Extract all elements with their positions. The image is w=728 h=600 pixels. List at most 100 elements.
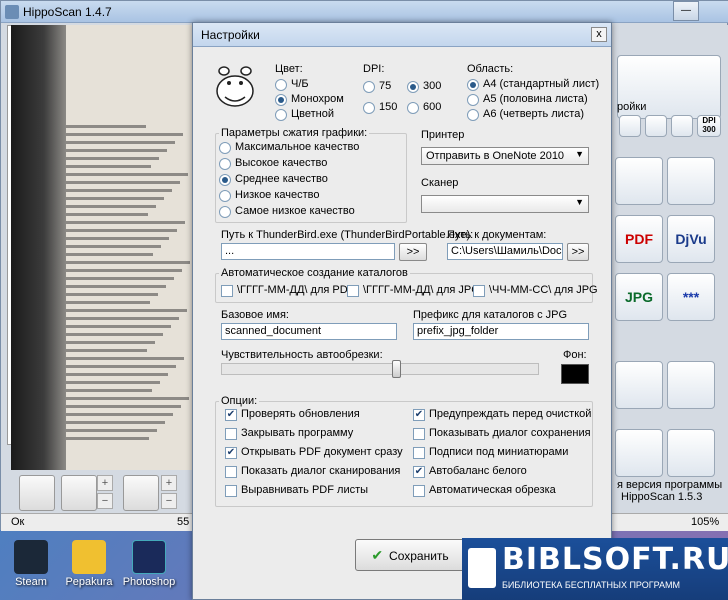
background-label: Фон:	[563, 349, 587, 361]
radio-color-bw[interactable]	[275, 79, 287, 91]
radio-area-a4[interactable]	[467, 79, 479, 91]
background-color-swatch[interactable]	[561, 364, 589, 384]
sensitivity-slider-handle[interactable]	[391, 360, 401, 378]
scanner-select[interactable]: ▼	[421, 195, 589, 213]
prefix-field[interactable]: prefix_jpg_folder	[413, 323, 589, 340]
brand-logo-icon	[468, 548, 496, 588]
save-button[interactable]: ✔ Сохранить	[355, 539, 465, 571]
desktop-icon-photoshop[interactable]: Photoshop	[118, 538, 180, 600]
text-line	[66, 253, 153, 256]
text-line	[66, 277, 174, 280]
checkbox-option-left-2[interactable]: ✔	[225, 447, 237, 459]
dialog-title-bar: Настройки x	[193, 23, 611, 47]
broom-icon[interactable]	[667, 157, 715, 205]
text-line	[66, 197, 164, 200]
quality-option-medium: Среднее качество	[235, 173, 328, 185]
radio-quality-medium[interactable]	[219, 174, 231, 186]
text-line	[66, 301, 150, 304]
checkbox-option-left-0[interactable]: ✔	[225, 409, 237, 421]
printer-select[interactable]: Отправить в OneNote 2010 ▼	[421, 147, 589, 165]
radio-color-mono[interactable]	[275, 94, 287, 106]
checkbox-option-left-3[interactable]	[225, 466, 237, 478]
brightness-icon[interactable]	[123, 475, 159, 511]
checkbox-catalog-jpg[interactable]	[347, 285, 359, 297]
djvu-button[interactable]: DjVu	[667, 215, 715, 263]
checkbox-option-left-1[interactable]	[225, 428, 237, 440]
checkbox-catalog-time-jpg[interactable]	[473, 285, 485, 297]
steam-icon	[14, 540, 48, 574]
save-label: Сохранить	[389, 549, 449, 563]
radio-dpi-300[interactable]	[407, 81, 419, 93]
text-line	[66, 189, 172, 192]
desktop-label-steam: Steam	[15, 576, 47, 588]
radio-color-full[interactable]	[275, 109, 287, 121]
documents-browse-button[interactable]: >>	[567, 243, 589, 261]
contrast-plus-button[interactable]: +	[97, 475, 113, 491]
pdf-button[interactable]: PDF	[615, 215, 663, 263]
thunderbird-label: Путь к ThunderBird.exe (ThunderBirdPorta…	[221, 229, 474, 241]
desktop-icon-pepakura[interactable]: Pepakura	[58, 538, 120, 600]
basename-field[interactable]: scanned_document	[221, 323, 397, 340]
text-line	[66, 125, 146, 128]
printer-icon[interactable]	[615, 361, 663, 409]
option-label-right-3: Автобаланс белого	[429, 465, 527, 477]
text-line	[66, 229, 177, 232]
brightness-plus-button[interactable]: +	[161, 475, 177, 491]
radio-dpi-75[interactable]	[363, 81, 375, 93]
sensitivity-slider-track[interactable]	[221, 363, 539, 375]
grid-icon[interactable]	[671, 115, 693, 137]
text-line	[66, 325, 171, 328]
disc-icon[interactable]	[19, 475, 55, 511]
dpi-label: DPI:	[363, 63, 385, 75]
thunderbird-path-field[interactable]: ...	[221, 243, 395, 260]
checkbox-option-right-2[interactable]	[413, 447, 425, 459]
radio-dpi-150[interactable]	[363, 102, 375, 114]
radio-quality-max[interactable]	[219, 142, 231, 154]
thunderbird-browse-button[interactable]: >>	[399, 243, 427, 261]
stars-button[interactable]: ***	[667, 273, 715, 321]
text-line	[66, 221, 185, 224]
radio-quality-low[interactable]	[219, 190, 231, 202]
color-label: Цвет:	[275, 63, 303, 75]
desktop-icon-steam[interactable]: Steam	[0, 538, 62, 600]
text-line	[66, 213, 148, 216]
desktop-label-photoshop: Photoshop	[122, 576, 176, 588]
color-option-mono: Монохром	[291, 93, 344, 105]
photoshop-icon	[132, 540, 166, 574]
text-line	[66, 413, 173, 416]
text-line	[66, 133, 183, 136]
basename-label: Базовое имя:	[221, 309, 289, 321]
radio-dpi-600[interactable]	[407, 102, 419, 114]
minimize-button[interactable]: —	[673, 1, 699, 21]
checkbox-option-right-3[interactable]: ✔	[413, 466, 425, 478]
radio-quality-high[interactable]	[219, 158, 231, 170]
checkbox-option-right-1[interactable]	[413, 428, 425, 440]
checkbox-option-right-0[interactable]: ✔	[413, 409, 425, 421]
close-button[interactable]: x	[591, 27, 607, 42]
scan-icon[interactable]	[615, 157, 663, 205]
text-line	[66, 389, 152, 392]
email-icon[interactable]	[667, 429, 715, 477]
text-line	[66, 357, 184, 360]
gear-icon[interactable]	[667, 361, 715, 409]
contrast-minus-button[interactable]: −	[97, 493, 113, 509]
jpg-button[interactable]: JPG	[615, 273, 663, 321]
radio-quality-lowest[interactable]	[219, 206, 231, 218]
checkbox-option-right-4[interactable]	[413, 485, 425, 497]
option-label-right-2: Подписи под миниатюрами	[429, 446, 569, 458]
dpi-button[interactable]: DPI 300	[697, 115, 721, 137]
document-preview[interactable]	[11, 25, 193, 470]
brightness-minus-button[interactable]: −	[161, 493, 177, 509]
quality-option-low: Низкое качество	[235, 189, 320, 201]
page-icon[interactable]	[619, 115, 641, 137]
documents-path-field[interactable]: C:\Users\Шамиль\Documen	[447, 243, 563, 260]
catalog-jpg-label: \ГГГГ-ММ-ДД\ для JPG	[363, 284, 480, 296]
option-label-right-1: Показывать диалог сохранения	[429, 427, 591, 439]
radio-area-a6[interactable]	[467, 109, 479, 121]
text-icon[interactable]	[645, 115, 667, 137]
radio-area-a5[interactable]	[467, 94, 479, 106]
contrast-icon[interactable]	[61, 475, 97, 511]
transfer-icon[interactable]	[615, 429, 663, 477]
checkbox-catalog-pdf[interactable]	[221, 285, 233, 297]
checkbox-option-left-4[interactable]	[225, 485, 237, 497]
